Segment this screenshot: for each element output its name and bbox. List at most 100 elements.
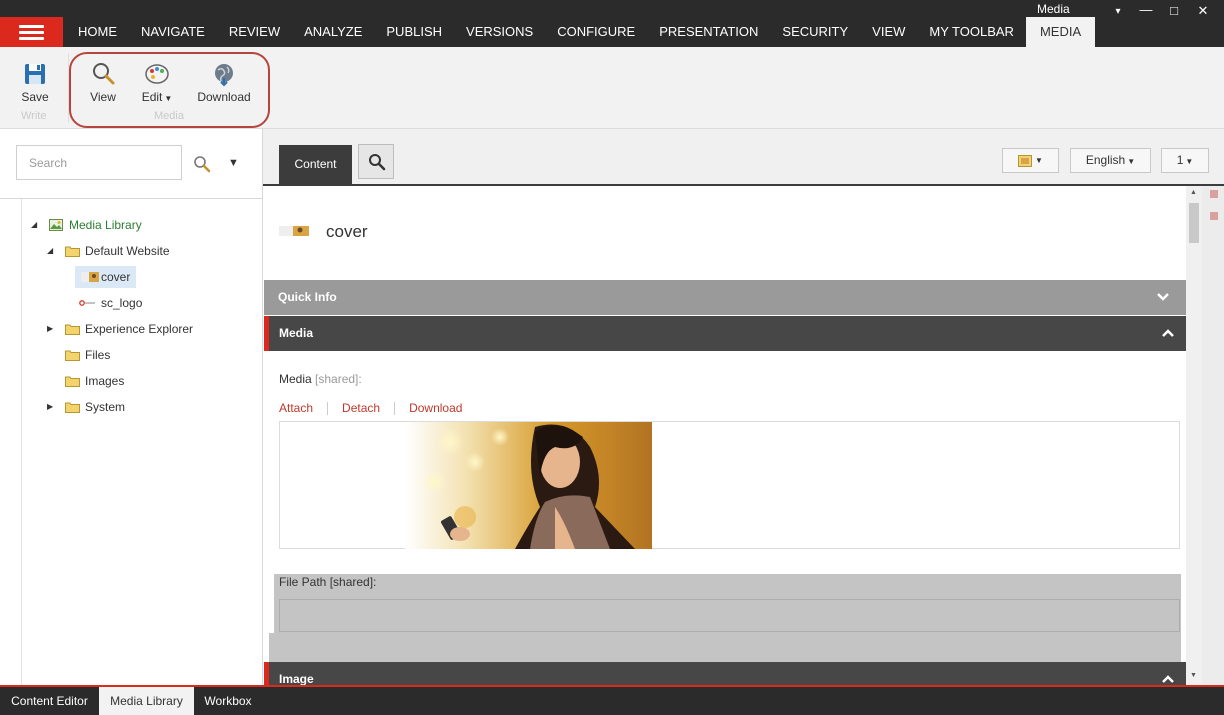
- media-preview: [279, 421, 1180, 549]
- collapse-arrow-icon[interactable]: ◢: [47, 240, 57, 262]
- menu-presentation[interactable]: PRESENTATION: [647, 17, 770, 47]
- content-editor-area: Content ▼ English▼ 1▼ cover Quick Info: [263, 129, 1224, 685]
- tree-node-media-library[interactable]: ◢ Media Library: [31, 214, 231, 236]
- version-dropdown[interactable]: 1 ▼: [1161, 148, 1209, 173]
- language-dropdown[interactable]: English ▼: [1070, 148, 1151, 173]
- media-field-label: Media [shared]:: [279, 372, 362, 386]
- search-icon[interactable]: [193, 155, 211, 173]
- file-path-input: [279, 599, 1180, 632]
- tree-node-sc-logo[interactable]: sc_logo: [79, 292, 179, 314]
- maximize-button[interactable]: □: [1164, 3, 1184, 18]
- validation-gutter: [1202, 186, 1224, 685]
- menu-navigate[interactable]: NAVIGATE: [129, 17, 217, 47]
- hamburger-icon-bar: [19, 37, 44, 40]
- save-button[interactable]: Save: [16, 61, 54, 104]
- attach-link[interactable]: Attach: [279, 401, 313, 415]
- gallery-icon: [1018, 154, 1033, 167]
- logo-thumbnail-icon: [79, 300, 95, 306]
- hamburger-icon: [19, 25, 44, 28]
- menu-configure[interactable]: CONFIGURE: [545, 17, 647, 47]
- tree-label-sc-logo: sc_logo: [101, 296, 143, 310]
- media-field-name: Media: [279, 372, 312, 386]
- hamburger-icon-bar: [19, 31, 44, 34]
- section-title: Media: [279, 326, 314, 340]
- folder-icon: [65, 350, 80, 361]
- item-thumbnail-icon: [279, 226, 309, 236]
- tree-node-experience-explorer[interactable]: ▶ Experience Explorer: [47, 318, 247, 340]
- folder-icon: [65, 324, 80, 335]
- section-image[interactable]: Image: [264, 662, 1186, 685]
- tab-search[interactable]: [358, 144, 394, 179]
- menu-view[interactable]: VIEW: [860, 17, 917, 47]
- menu-security[interactable]: SECURITY: [770, 17, 860, 47]
- chevron-up-icon[interactable]: [1161, 328, 1175, 338]
- menu-publish[interactable]: PUBLISH: [374, 17, 454, 47]
- bottom-tab-bar: Content Editor Media Library Workbox: [0, 685, 1224, 715]
- window-title: Media: [1037, 2, 1070, 16]
- minimize-button[interactable]: —: [1136, 2, 1156, 17]
- tree-label-default-website: Default Website: [85, 244, 170, 258]
- folder-icon: [65, 376, 80, 387]
- menu-analyze[interactable]: ANALYZE: [292, 17, 374, 47]
- validation-marker[interactable]: [1210, 212, 1218, 220]
- write-group-label: Write: [21, 110, 47, 122]
- search-icon: [369, 154, 386, 171]
- panel-divider: [0, 198, 262, 199]
- menu-my-toolbar[interactable]: MY TOOLBAR: [917, 17, 1026, 47]
- version-value: 1: [1176, 153, 1184, 167]
- tab-workbox[interactable]: Workbox: [194, 687, 262, 715]
- download-link[interactable]: Download: [409, 401, 462, 415]
- editor-scroll-area: cover Quick Info Media Media [shared]: A…: [263, 186, 1186, 685]
- expand-arrow-icon[interactable]: ▶: [47, 318, 57, 340]
- media-actions: Attach Detach Download: [279, 401, 462, 416]
- scroll-down-icon[interactable]: ▼: [1190, 672, 1197, 679]
- tab-content[interactable]: Content: [279, 145, 352, 185]
- item-title: cover: [326, 222, 368, 241]
- scrollbar-thumb[interactable]: [1189, 203, 1199, 243]
- tree-node-system[interactable]: ▶ System: [47, 396, 247, 418]
- language-value: English: [1085, 153, 1126, 167]
- menu-versions[interactable]: VERSIONS: [454, 17, 545, 47]
- expand-arrow-icon[interactable]: ▶: [47, 396, 57, 418]
- tree-node-default-website[interactable]: ◢ Default Website: [47, 240, 247, 262]
- chevron-down-icon: ▼: [1185, 157, 1194, 166]
- window-menu-icon[interactable]: ▾: [1108, 6, 1128, 17]
- top-menu-bar: HOME NAVIGATE REVIEW ANALYZE PUBLISH VER…: [0, 0, 1224, 47]
- file-path-label: File Path [shared]:: [279, 575, 377, 589]
- section-media[interactable]: Media: [264, 316, 1186, 351]
- tree-label-experience-explorer: Experience Explorer: [85, 322, 194, 336]
- section-quick-info[interactable]: Quick Info: [264, 280, 1186, 315]
- media-preview-image: [405, 422, 652, 549]
- gallery-dropdown[interactable]: ▼: [1002, 148, 1059, 173]
- validation-marker[interactable]: [1210, 190, 1218, 198]
- search-options-dropdown-icon[interactable]: ▼: [228, 157, 239, 169]
- menu-review[interactable]: REVIEW: [217, 17, 292, 47]
- menu-media[interactable]: MEDIA: [1025, 17, 1096, 47]
- tree-node-cover[interactable]: cover: [75, 266, 155, 288]
- detach-link[interactable]: Detach: [342, 401, 380, 415]
- main-menu: HOME NAVIGATE REVIEW ANALYZE PUBLISH VER…: [66, 17, 1096, 47]
- hamburger-menu-button[interactable]: [0, 17, 63, 47]
- tree-node-images[interactable]: Images: [47, 370, 247, 392]
- section-title: Image: [279, 672, 314, 685]
- tab-content-editor[interactable]: Content Editor: [0, 687, 99, 715]
- close-button[interactable]: ✕: [1193, 3, 1213, 19]
- tree-node-files[interactable]: Files: [47, 344, 247, 366]
- tree-label-media-library: Media Library: [69, 218, 142, 232]
- tab-media-library[interactable]: Media Library: [99, 687, 194, 715]
- scroll-up-icon[interactable]: ▲: [1190, 189, 1197, 196]
- tree-guide-line: [21, 199, 22, 685]
- overlay-gray: [269, 633, 1181, 663]
- shared-indicator: [shared]:: [315, 372, 362, 386]
- chevron-up-icon[interactable]: [1161, 674, 1175, 684]
- menu-home[interactable]: HOME: [66, 17, 129, 47]
- highlight-annotation-ring: [69, 52, 270, 128]
- tree-label-cover: cover: [101, 270, 131, 284]
- chevron-down-icon[interactable]: [1156, 292, 1170, 302]
- tree-label-files: Files: [85, 348, 111, 362]
- section-title: Quick Info: [278, 290, 337, 304]
- vertical-scrollbar[interactable]: ▲ ▼: [1186, 186, 1202, 685]
- collapse-arrow-icon[interactable]: ◢: [31, 214, 41, 236]
- tree-search-input[interactable]: [16, 145, 182, 180]
- content-tree-panel: ▼ ◢ Media Library ◢ Default Website: [0, 129, 263, 685]
